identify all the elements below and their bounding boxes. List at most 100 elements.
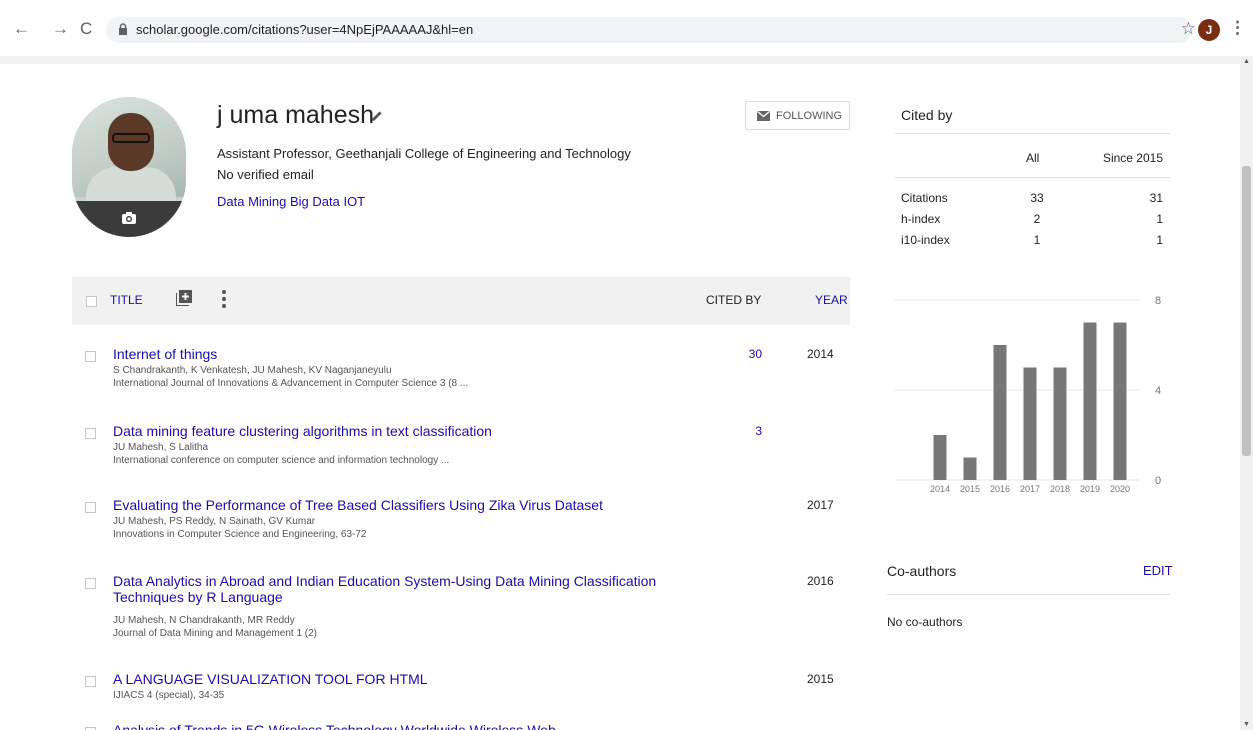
table-row: Evaluating the Performance of Tree Based… [72, 497, 850, 549]
chart-bar [1023, 367, 1037, 480]
browser-menu-icon[interactable]: ⋮ [1229, 18, 1246, 38]
chart-x-tick-label: 2014 [930, 484, 950, 494]
cited-by-header[interactable]: CITED BY [706, 293, 761, 307]
metric-all: 33 [1030, 191, 1044, 205]
metric-since: 1 [1156, 212, 1163, 226]
article-cited-count[interactable]: 30 [720, 347, 762, 361]
chart-bar [1053, 367, 1067, 480]
edit-pencil-icon[interactable] [371, 110, 383, 122]
metric-label: i10-index [901, 233, 950, 247]
scrollbar-thumb[interactable] [1242, 166, 1251, 456]
articles-table-header: TITLE CITED BY YEAR [72, 277, 850, 325]
metric-label: Citations [901, 191, 948, 205]
back-icon[interactable]: ← [13, 19, 30, 39]
metric-all: 2 [1033, 212, 1041, 226]
article-year: 2016 [807, 574, 834, 588]
col-all-header: All [1026, 151, 1040, 165]
url-text: scholar.google.com/citations?user=4NpEjP… [136, 22, 474, 37]
table-row: Data Analytics in Abroad and Indian Educ… [72, 573, 850, 643]
article-title-link[interactable]: Evaluating the Performance of Tree Based… [113, 497, 693, 513]
profile-email-status: No verified email [217, 167, 314, 182]
table-row: Analysis of Trends in 5G Wireless Techno… [72, 722, 850, 730]
profile-interests[interactable]: Data Mining Big Data IOT [217, 194, 365, 209]
article-title-link[interactable]: Data mining feature clustering algorithm… [113, 423, 693, 439]
chart-x-tick-label: 2017 [1020, 484, 1040, 494]
article-title-link[interactable]: A LANGUAGE VISUALIZATION TOOL FOR HTML [113, 671, 693, 687]
article-title-link[interactable]: Internet of things [113, 346, 693, 362]
row-checkbox[interactable] [85, 578, 96, 589]
article-year: 2014 [807, 347, 834, 361]
follow-button[interactable]: FOLLOWING [745, 101, 850, 130]
lock-icon [119, 23, 127, 35]
chart-bar [933, 435, 947, 480]
chart-x-tick-label: 2019 [1080, 484, 1100, 494]
year-sort-header[interactable]: YEAR [815, 293, 848, 307]
reload-icon[interactable]: C [80, 19, 92, 39]
col-since-header: Since 2015 [1102, 151, 1163, 165]
chart-y-tick-label: 4 [1155, 385, 1161, 397]
article-authors: JU Mahesh, PS Reddy, N Sainath, GV Kumar [113, 516, 316, 527]
more-options-icon[interactable] [222, 289, 226, 309]
coauthors-edit-link[interactable]: EDIT [1143, 563, 1173, 578]
no-coauthors-text: No co-authors [887, 615, 963, 629]
row-checkbox[interactable] [85, 351, 96, 362]
row-checkbox[interactable] [85, 502, 96, 513]
forward-icon[interactable]: → [52, 19, 69, 39]
row-checkbox[interactable] [85, 428, 96, 439]
page-scrollbar[interactable]: ▲ ▼ [1240, 56, 1253, 730]
article-authors: JU Mahesh, S Lalitha [113, 442, 209, 453]
coauthors-heading: Co-authors [887, 563, 957, 579]
article-cited-count[interactable]: 3 [720, 424, 762, 438]
title-sort-header[interactable]: TITLE [110, 293, 143, 307]
chart-y-tick-label: 0 [1155, 475, 1161, 487]
cited-by-heading: Cited by [901, 107, 953, 123]
scroll-up-icon[interactable]: ▲ [1243, 58, 1250, 65]
chart-bar [993, 345, 1007, 480]
article-year: 2015 [807, 672, 834, 686]
mail-icon [757, 111, 770, 121]
citations-bar-chart: 0 4 8 2014 2015 2016 2017 2018 2019 2020 [895, 295, 1161, 494]
chart-bar [1083, 322, 1097, 480]
metric-since: 31 [1149, 191, 1163, 205]
cited-by-divider [895, 133, 1170, 134]
article-venue: Journal of Data Mining and Management 1 … [113, 628, 318, 639]
article-year: 2017 [807, 498, 834, 512]
scroll-down-icon[interactable]: ▼ [1243, 721, 1250, 728]
profile-name: j uma mahesh [217, 101, 375, 129]
article-authors: JU Mahesh, N Chandrakanth, MR Reddy [113, 615, 295, 626]
table-row: A LANGUAGE VISUALIZATION TOOL FOR HTML I… [72, 671, 850, 711]
profile-affiliation: Assistant Professor, Geethanjali College… [217, 146, 631, 161]
article-venue: IJIACS 4 (special), 34-35 [113, 690, 225, 701]
chart-bar [1113, 322, 1127, 480]
select-all-checkbox[interactable] [86, 296, 97, 307]
follow-label: FOLLOWING [776, 110, 843, 122]
chart-x-tick-label: 2020 [1110, 484, 1130, 494]
header-strip [0, 56, 1240, 64]
chart-x-tick-label: 2015 [960, 484, 980, 494]
chart-bar [963, 457, 977, 480]
article-authors: S Chandrakanth, K Venkatesh, JU Mahesh, … [113, 365, 392, 376]
article-title-link[interactable]: Analysis of Trends in 5G Wireless Techno… [113, 722, 693, 730]
article-venue: Innovations in Computer Science and Engi… [113, 529, 367, 540]
tab-strip [0, 0, 1253, 8]
photo-glasses [112, 133, 150, 143]
bookmark-star-icon[interactable]: ☆ [1181, 19, 1196, 39]
coauthors-divider [887, 594, 1170, 595]
metric-since: 1 [1156, 233, 1163, 247]
article-venue: International Journal of Innovations & A… [113, 378, 469, 389]
profile-avatar-button[interactable]: J [1198, 19, 1220, 41]
article-title-link[interactable]: Data Analytics in Abroad and Indian Educ… [113, 573, 693, 605]
address-bar[interactable]: scholar.google.com/citations?user=4NpEjP… [106, 17, 1196, 43]
chart-y-tick-label: 8 [1155, 295, 1161, 307]
table-row: Internet of things S Chandrakanth, K Ven… [72, 346, 850, 398]
chart-x-tick-label: 2018 [1050, 484, 1070, 494]
profile-photo[interactable] [72, 97, 186, 237]
camera-icon[interactable] [121, 210, 137, 224]
row-checkbox[interactable] [85, 676, 96, 687]
metric-label: h-index [901, 212, 941, 226]
add-article-icon[interactable] [176, 290, 192, 306]
browser-toolbar: ← → C scholar.google.com/citations?user=… [0, 0, 1253, 56]
table-row: Data mining feature clustering algorithm… [72, 423, 850, 475]
article-venue: International conference on computer sci… [113, 455, 450, 466]
metrics-divider [895, 177, 1170, 178]
